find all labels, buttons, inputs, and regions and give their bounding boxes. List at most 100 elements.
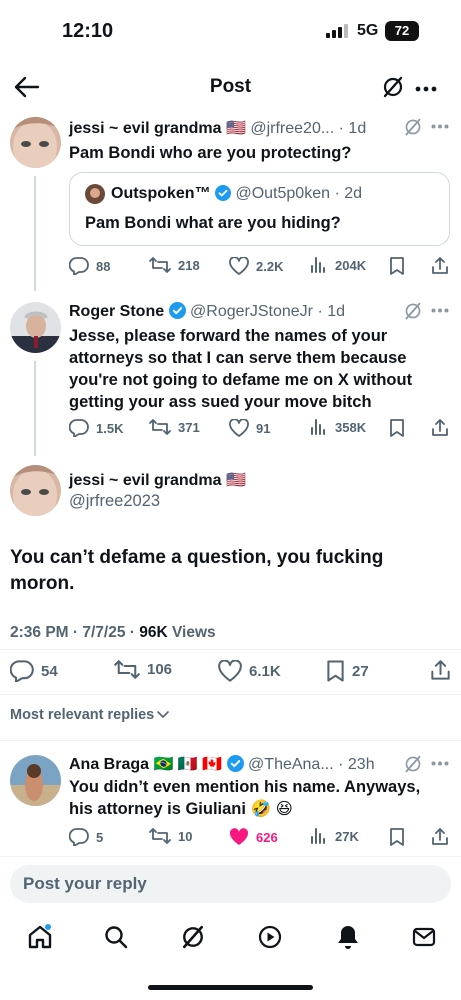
repost-count: 218: [178, 257, 200, 273]
reply-button[interactable]: 88: [69, 257, 110, 275]
divider: [0, 694, 461, 695]
avatar[interactable]: [10, 302, 61, 353]
reply-icon: [69, 828, 89, 846]
repost-button[interactable]: 10: [149, 828, 192, 844]
tweet-header: Ana Braga 🇧🇷 🇲🇽 🇨🇦 @TheAna... · 23h: [69, 754, 375, 774]
like-button[interactable]: 2.2K: [229, 257, 283, 275]
flag-emoji: 🇺🇸: [225, 120, 246, 137]
quoted-tweet[interactable]: [69, 172, 450, 246]
avatar: [85, 184, 105, 204]
video-icon[interactable]: [258, 925, 282, 949]
like-button[interactable]: 6.1K: [218, 660, 281, 682]
repost-icon: [149, 828, 171, 844]
grok-icon[interactable]: [181, 925, 205, 949]
bookmark-icon[interactable]: [389, 828, 405, 846]
share-icon[interactable]: [430, 660, 451, 681]
like-icon: [229, 828, 249, 845]
avatar[interactable]: [10, 465, 61, 516]
divider: [0, 740, 461, 741]
main-tweet-text: You can’t defame a question, you fucking…: [10, 547, 384, 594]
search-icon[interactable]: [104, 925, 128, 949]
like-button[interactable]: 626: [229, 828, 278, 846]
replies-sort-dropdown[interactable]: Most relevant replies: [10, 707, 170, 723]
author-name[interactable]: Roger Stone: [69, 303, 164, 320]
tweet-time: · 1d: [317, 303, 346, 320]
reply-icon: [10, 660, 34, 682]
author-name[interactable]: Ana Braga: [69, 756, 149, 773]
chevron-down-icon: [157, 711, 170, 719]
flag-emoji: 🇺🇸: [225, 472, 246, 489]
author-handle[interactable]: @TheAna...: [248, 756, 334, 773]
grok-icon[interactable]: [404, 118, 422, 136]
author-name[interactable]: jessi ~ evil grandma: [69, 472, 222, 489]
bookmark-icon: [327, 660, 344, 682]
tweet-text: You didn’t even mention his name. Anyway…: [69, 778, 421, 818]
author-handle[interactable]: @jrfree2023: [69, 492, 160, 511]
views-button[interactable]: 27K: [310, 828, 359, 844]
divider: [0, 856, 461, 857]
reply-button[interactable]: 5: [69, 828, 103, 846]
back-arrow-icon[interactable]: [14, 76, 44, 100]
more-icon[interactable]: [431, 308, 449, 313]
flag-emoji: 🇧🇷 🇲🇽 🇨🇦: [153, 756, 223, 773]
reply-count: 5: [96, 829, 104, 845]
views-icon: [311, 828, 325, 844]
repost-button[interactable]: 371: [149, 419, 200, 435]
grok-icon[interactable]: [382, 76, 404, 98]
like-count: 2.2K: [256, 258, 284, 274]
author-name[interactable]: jessi ~ evil grandma: [69, 120, 222, 137]
more-icon[interactable]: [431, 124, 449, 129]
author-handle[interactable]: @jrfree20...: [250, 120, 334, 137]
views-button[interactable]: 204K: [310, 257, 366, 273]
status-bar: 12:10 5G 72: [0, 0, 461, 62]
like-count: 626: [256, 829, 278, 845]
like-button[interactable]: 91: [229, 419, 270, 437]
grok-icon[interactable]: [404, 755, 422, 773]
replies-sort-label: Most relevant replies: [10, 707, 155, 723]
notifications-icon[interactable]: [336, 924, 360, 950]
more-icon[interactable]: [415, 86, 437, 92]
repost-count: 371: [178, 419, 200, 435]
views-label: Views: [167, 624, 216, 641]
repost-button[interactable]: 106: [114, 660, 172, 679]
like-count: 6.1K: [249, 662, 281, 680]
signal-icon: [326, 24, 350, 38]
bookmark-button[interactable]: 27: [326, 660, 369, 682]
thread-line: [34, 176, 36, 291]
home-indicator: [148, 985, 313, 990]
home-icon[interactable]: [27, 924, 53, 950]
tweet-actions: 88 218 2.2K 204K: [69, 257, 450, 277]
share-icon[interactable]: [431, 257, 449, 275]
avatar[interactable]: [10, 755, 61, 806]
author-handle[interactable]: @RogerJStoneJr: [190, 303, 313, 320]
reply-button[interactable]: 54: [10, 660, 58, 682]
bookmark-icon[interactable]: [389, 257, 405, 275]
main-tweet-actions: 54 106 6.1K 27: [10, 660, 451, 684]
avatar[interactable]: [10, 117, 61, 168]
reply-count: 54: [41, 662, 58, 680]
tweet-timestamp: 2:36 PM · 7/7/25 ·: [10, 624, 140, 641]
share-icon[interactable]: [431, 828, 449, 846]
tweet-header: jessi ~ evil grandma 🇺🇸 @jrfree20... · 1…: [69, 118, 366, 138]
repost-button[interactable]: 218: [149, 257, 200, 273]
messages-icon[interactable]: [412, 926, 436, 948]
repost-count: 10: [178, 828, 193, 844]
reply-count: 1.5K: [96, 420, 124, 436]
more-icon[interactable]: [431, 761, 449, 766]
verified-badge-icon: [168, 302, 186, 319]
like-count: 91: [256, 420, 271, 436]
grok-icon[interactable]: [404, 302, 422, 320]
views-icon: [311, 257, 325, 273]
quote-time: · 2d: [334, 185, 363, 202]
share-icon[interactable]: [431, 419, 449, 437]
views-button[interactable]: 358K: [310, 419, 366, 435]
tweet-time: · 1d: [338, 120, 367, 137]
verified-badge-icon: [226, 755, 244, 772]
bookmark-count: 27: [352, 662, 369, 680]
thread-line: [34, 361, 36, 456]
tweet-text: Jesse, please forward the names of your …: [69, 327, 413, 411]
reply-button[interactable]: 1.5K: [69, 419, 123, 437]
like-icon: [218, 660, 242, 682]
divider: [0, 649, 461, 650]
bookmark-icon[interactable]: [389, 419, 405, 437]
